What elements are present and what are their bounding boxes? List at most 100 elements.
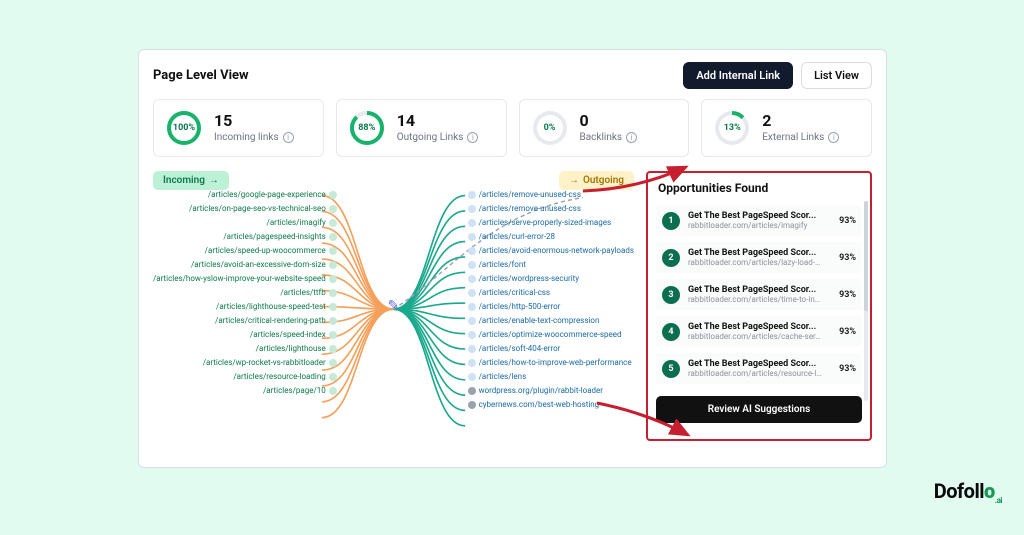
- outgoing-node[interactable]: /articles/serve-properly-sized-images: [468, 217, 612, 229]
- opportunity-item[interactable]: 3Get The Best PageSpeed Scor...rabbitloa…: [656, 279, 862, 310]
- opportunity-url: rabbitloader.com/articles/lazy-load-…: [688, 258, 831, 267]
- node-label: cybernews.com/best-web-hosting: [479, 399, 600, 411]
- node-label: /articles/soft-404-error: [479, 343, 561, 355]
- chip-outgoing[interactable]: →Outgoing: [559, 171, 634, 190]
- incoming-node[interactable]: /articles/speed-index: [250, 329, 337, 341]
- node-bullet-icon: [329, 345, 337, 353]
- node-bullet-icon: [468, 219, 476, 227]
- incoming-node[interactable]: /articles/how-yslow-improve-your-website…: [153, 273, 337, 285]
- brand-logo: Dofollo.ai: [934, 479, 1002, 505]
- outgoing-node[interactable]: /articles/remove-unused-css: [468, 203, 581, 215]
- outgoing-node[interactable]: /articles/wordpress-security: [468, 273, 580, 285]
- node-bullet-icon: [329, 233, 337, 241]
- incoming-node[interactable]: /articles/imagify: [267, 217, 337, 229]
- outgoing-column: /articles/remove-unused-css/articles/rem…: [468, 189, 634, 411]
- incoming-node[interactable]: /articles/on-page-seo-vs-technical-seo: [189, 203, 337, 215]
- node-label: /articles/pagespeed-insights: [223, 231, 325, 243]
- list-view-button[interactable]: List View: [801, 62, 872, 89]
- node-bullet-icon: [329, 387, 337, 395]
- arrow-right-icon: →: [569, 175, 579, 186]
- rank-badge: 2: [662, 249, 680, 267]
- incoming-node[interactable]: /articles/lighthouse-speed-test: [216, 301, 337, 313]
- node-bullet-icon: [329, 219, 337, 227]
- node-bullet-icon: [329, 191, 337, 199]
- outgoing-node[interactable]: /articles/remove-unused-css: [468, 189, 581, 201]
- node-label: /articles/wp-rocket-vs-rabbitloader: [203, 357, 326, 369]
- outgoing-node[interactable]: /articles/soft-404-error: [468, 343, 561, 355]
- incoming-node[interactable]: /articles/critical-rendering-path: [215, 315, 337, 327]
- node-bullet-icon: [329, 275, 337, 283]
- opportunity-item[interactable]: 4Get The Best PageSpeed Scor...rabbitloa…: [656, 316, 862, 347]
- info-icon[interactable]: i: [828, 132, 839, 143]
- opportunity-url: rabbitloader.com/articles/imagify: [688, 221, 831, 230]
- node-label: /articles/on-page-seo-vs-technical-seo: [189, 203, 326, 215]
- outgoing-node[interactable]: /articles/lens: [468, 371, 527, 383]
- opportunity-item[interactable]: 1Get The Best PageSpeed Scor...rabbitloa…: [656, 205, 862, 236]
- info-icon[interactable]: i: [467, 132, 478, 143]
- outgoing-node[interactable]: cybernews.com/best-web-hosting: [468, 399, 600, 411]
- node-label: /articles/avoid-enormous-network-payload…: [479, 245, 634, 257]
- outgoing-node[interactable]: /articles/curl-error-28: [468, 231, 555, 243]
- incoming-node[interactable]: /articles/avoid-an-excessive-dom-size: [191, 259, 337, 271]
- node-label: /articles/imagify: [267, 217, 326, 229]
- stat-value: 14: [397, 113, 479, 129]
- outgoing-node[interactable]: /articles/http-500-error: [468, 301, 561, 313]
- incoming-node[interactable]: /articles/pagespeed-insights: [223, 231, 336, 243]
- stat-value: 0: [580, 113, 638, 129]
- node-label: /articles/avoid-an-excessive-dom-size: [191, 259, 326, 271]
- node-bullet-icon: [329, 247, 337, 255]
- outgoing-node[interactable]: /articles/avoid-enormous-network-payload…: [468, 245, 634, 257]
- outgoing-node[interactable]: /articles/critical-css: [468, 287, 550, 299]
- node-label: /articles/lighthouse: [256, 343, 326, 355]
- outgoing-node[interactable]: /articles/font: [468, 259, 526, 271]
- opportunities-list: 1Get The Best PageSpeed Scor...rabbitloa…: [656, 205, 862, 384]
- node-bullet-icon: [468, 387, 476, 395]
- info-icon[interactable]: i: [626, 132, 637, 143]
- outgoing-node[interactable]: /articles/enable-text-compression: [468, 315, 600, 327]
- outgoing-node[interactable]: /articles/how-to-improve-web-performance: [468, 357, 632, 369]
- ring-backlinks: 0%: [532, 110, 568, 146]
- opportunity-item[interactable]: 5Get The Best PageSpeed Scor...rabbitloa…: [656, 353, 862, 384]
- node-label: /articles/how-yslow-improve-your-website…: [153, 273, 326, 285]
- node-label: wordpress.org/plugin/rabbit-loader: [479, 385, 603, 397]
- node-bullet-icon: [468, 205, 476, 213]
- opportunity-item[interactable]: 2Get The Best PageSpeed Scor...rabbitloa…: [656, 242, 862, 273]
- outgoing-node[interactable]: /articles/optimize-woocommerce-speed: [468, 329, 622, 341]
- header-actions: Add Internal Link List View: [683, 62, 872, 89]
- node-label: /articles/how-to-improve-web-performance: [479, 357, 632, 369]
- incoming-node[interactable]: /articles/wp-rocket-vs-rabbitloader: [203, 357, 337, 369]
- stats-row: 100% 15 Incoming linksi 88% 14 Outgoing …: [153, 99, 872, 157]
- incoming-node[interactable]: /articles/page/10: [263, 385, 337, 397]
- opportunities-title: Opportunities Found: [658, 181, 862, 195]
- rank-badge: 3: [662, 286, 680, 304]
- info-icon[interactable]: i: [283, 132, 294, 143]
- page-title: Page Level View: [153, 68, 249, 83]
- incoming-node[interactable]: /articles/ttfb: [280, 287, 336, 299]
- node-bullet-icon: [468, 345, 476, 353]
- outgoing-node[interactable]: wordpress.org/plugin/rabbit-loader: [468, 385, 603, 397]
- incoming-node[interactable]: /articles/lighthouse: [256, 343, 337, 355]
- opportunity-percent: 93%: [839, 327, 856, 337]
- review-ai-suggestions-button[interactable]: Review AI Suggestions: [656, 396, 862, 423]
- node-label: /articles/font: [479, 259, 526, 271]
- stat-value: 15: [214, 113, 294, 129]
- node-label: /articles/speed-up-woocommerce: [205, 245, 326, 257]
- scrollbar[interactable]: [864, 201, 868, 401]
- opportunity-percent: 93%: [839, 290, 856, 300]
- node-bullet-icon: [468, 261, 476, 269]
- page-node-icon: ✎: [388, 298, 400, 314]
- node-bullet-icon: [468, 331, 476, 339]
- node-label: /articles/http-500-error: [479, 301, 561, 313]
- incoming-node[interactable]: /articles/resource-loading: [233, 371, 336, 383]
- page-level-panel: Page Level View Add Internal Link List V…: [138, 49, 887, 468]
- node-label: /articles/lens: [479, 371, 527, 383]
- opportunity-percent: 93%: [839, 216, 856, 226]
- opportunity-title: Get The Best PageSpeed Scor...: [688, 285, 831, 295]
- node-label: /articles/serve-properly-sized-images: [479, 217, 612, 229]
- incoming-node[interactable]: /articles/google-page-experience: [208, 189, 337, 201]
- chip-incoming[interactable]: Incoming→: [153, 171, 229, 190]
- node-bullet-icon: [329, 373, 337, 381]
- node-label: /articles/remove-unused-css: [479, 203, 581, 215]
- add-internal-link-button[interactable]: Add Internal Link: [683, 62, 793, 89]
- incoming-node[interactable]: /articles/speed-up-woocommerce: [205, 245, 337, 257]
